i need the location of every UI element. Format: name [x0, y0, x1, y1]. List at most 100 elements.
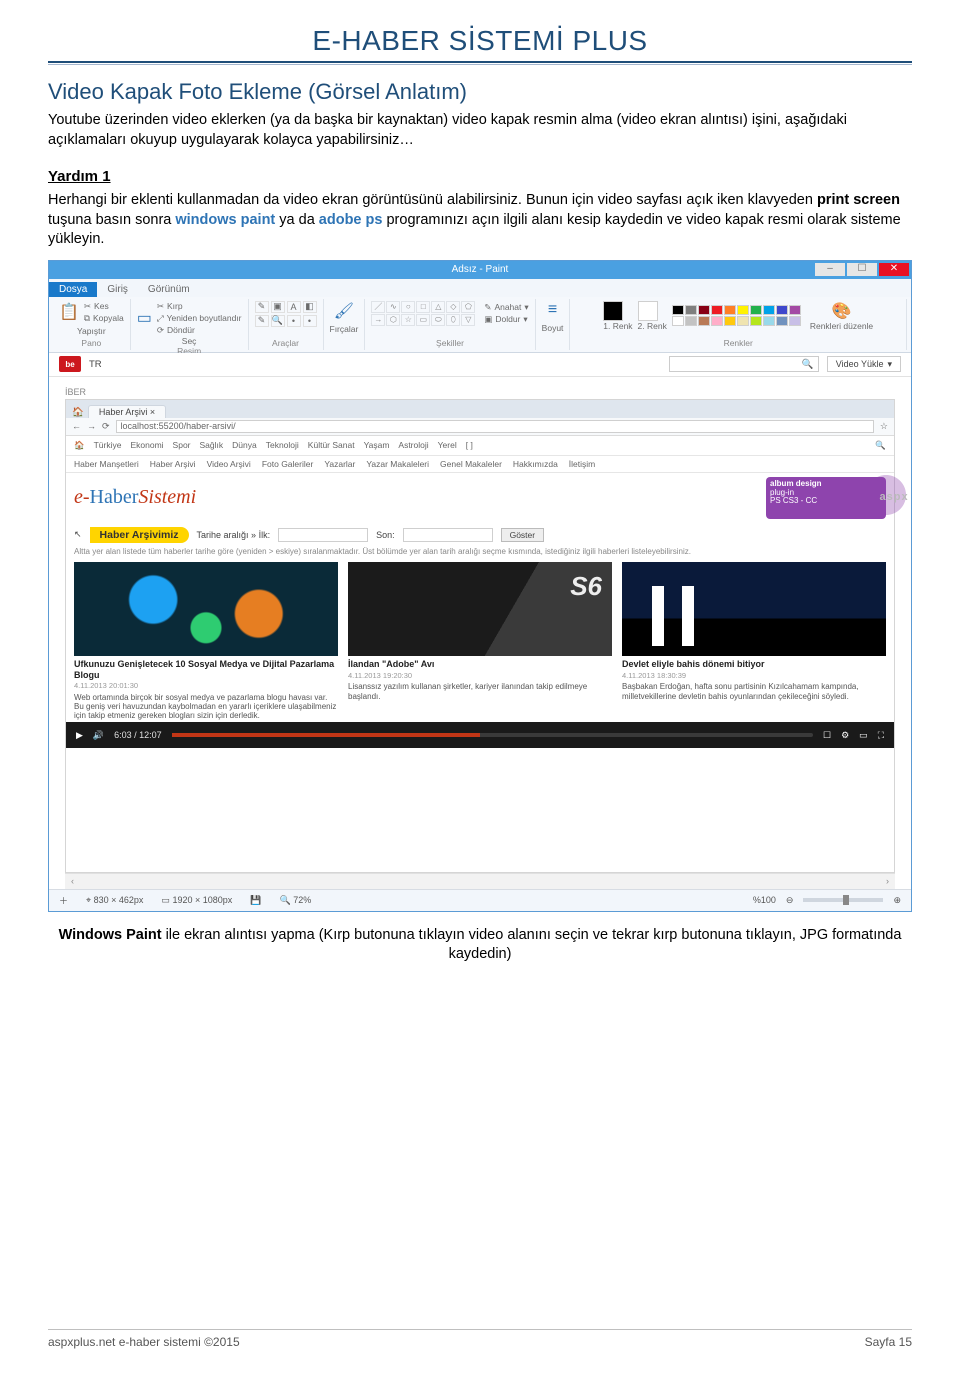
- swatch[interactable]: [672, 305, 684, 315]
- swatch[interactable]: [724, 316, 736, 326]
- topnav-item[interactable]: Astroloji: [398, 440, 428, 450]
- gear-icon[interactable]: ⚙: [841, 730, 849, 741]
- subnav-item[interactable]: Foto Galeriler: [262, 459, 314, 469]
- shape-icon[interactable]: ◇: [446, 301, 460, 313]
- theater-icon[interactable]: ▭: [859, 730, 868, 741]
- subnav-item[interactable]: Haber Manşetleri: [74, 459, 139, 469]
- home-small-icon[interactable]: 🏠: [74, 440, 85, 451]
- shape-icon[interactable]: ▭: [416, 314, 430, 326]
- crop-button[interactable]: ✂Kırp: [157, 301, 242, 312]
- tab-view[interactable]: Görünüm: [138, 282, 200, 297]
- fullscreen-icon[interactable]: ⛶: [878, 730, 884, 741]
- tab-home[interactable]: Giriş: [97, 282, 138, 297]
- save-icon[interactable]: 💾: [250, 895, 261, 905]
- shape-icon[interactable]: ○: [401, 301, 415, 313]
- close-button[interactable]: ✕: [879, 263, 909, 276]
- paste-icon[interactable]: 📋: [59, 302, 79, 322]
- subnav-item[interactable]: Yazar Makaleleri: [366, 459, 429, 469]
- swatch[interactable]: [737, 316, 749, 326]
- subnav-item[interactable]: Hakkımızda: [513, 459, 558, 469]
- edit-colors-icon[interactable]: 🎨: [832, 303, 852, 320]
- minimize-button[interactable]: –: [815, 263, 845, 276]
- shape-icon[interactable]: △: [431, 301, 445, 313]
- shape-icon[interactable]: ▽: [461, 314, 475, 326]
- zoom-out-icon[interactable]: ⊖: [786, 895, 794, 906]
- ad-banner[interactable]: album design plug-in PS CS3 - CC: [766, 477, 886, 519]
- subnav-item[interactable]: Yazarlar: [324, 459, 355, 469]
- pencil-icon[interactable]: ✎: [255, 301, 269, 313]
- swatch[interactable]: [698, 305, 710, 315]
- topnav-item[interactable]: Yaşam: [364, 440, 390, 450]
- tool-icon[interactable]: •: [303, 315, 317, 327]
- picker-icon[interactable]: ✎: [255, 315, 269, 327]
- select-icon[interactable]: ▭: [137, 308, 152, 328]
- text-icon[interactable]: A: [287, 301, 301, 313]
- date-end-input[interactable]: [403, 528, 493, 542]
- swatch[interactable]: [711, 305, 723, 315]
- url-input[interactable]: localhost:55200/haber-arsivi/: [116, 420, 874, 433]
- cut-button[interactable]: ✂Kes: [84, 301, 124, 312]
- new-layer-icon[interactable]: ＋: [59, 894, 68, 907]
- upload-button[interactable]: Video Yükle▾: [827, 356, 901, 372]
- swatch[interactable]: [763, 316, 775, 326]
- shape-icon[interactable]: ∿: [386, 301, 400, 313]
- tool-icon[interactable]: •: [287, 315, 301, 327]
- color1-swatch[interactable]: [603, 301, 623, 321]
- date-start-input[interactable]: [278, 528, 368, 542]
- swatch[interactable]: [776, 316, 788, 326]
- nav-fwd-icon[interactable]: →: [87, 421, 96, 431]
- swatch[interactable]: [685, 305, 697, 315]
- article-card[interactable]: Devlet eliyle bahis dönemi bitiyor4.11.2…: [622, 562, 886, 720]
- reload-icon[interactable]: ⟳: [102, 421, 110, 432]
- eraser-icon[interactable]: ◧: [303, 301, 317, 313]
- subnav-item[interactable]: Genel Makaleler: [440, 459, 502, 469]
- video-progress[interactable]: [172, 733, 813, 737]
- zoom-in-icon[interactable]: ⊕: [893, 895, 901, 906]
- swatch[interactable]: [776, 305, 788, 315]
- topnav-item[interactable]: Sağlık: [200, 440, 224, 450]
- swatch[interactable]: [750, 316, 762, 326]
- topnav-item[interactable]: [ ]: [466, 440, 473, 450]
- site-search-icon[interactable]: 🔍: [875, 440, 886, 451]
- youtube-icon[interactable]: be: [59, 356, 81, 372]
- swatch[interactable]: [711, 316, 723, 326]
- rotate-button[interactable]: ⟳Döndür: [157, 325, 242, 336]
- subnav-item[interactable]: Video Arşivi: [207, 459, 251, 469]
- zoom-icon[interactable]: 🔍: [271, 315, 285, 327]
- swatch[interactable]: [750, 305, 762, 315]
- topnav-item[interactable]: Kültür Sanat: [308, 440, 355, 450]
- subnav-item[interactable]: Haber Arşivi: [150, 459, 196, 469]
- browser-tab[interactable]: Haber Arşivi ×: [88, 405, 166, 418]
- outline-button[interactable]: ✎Anahat ▾: [484, 302, 528, 313]
- swatch[interactable]: [698, 316, 710, 326]
- shape-icon[interactable]: ⬡: [386, 314, 400, 326]
- article-card[interactable]: Ufkunuzu Genişletecek 10 Sosyal Medya ve…: [74, 562, 338, 720]
- brush-icon[interactable]: 🖌: [334, 301, 354, 321]
- play-icon[interactable]: ▶: [76, 730, 83, 741]
- shape-icon[interactable]: ⬭: [431, 314, 445, 326]
- star-icon[interactable]: ☆: [880, 421, 888, 432]
- tab-file[interactable]: Dosya: [49, 282, 97, 297]
- article-card[interactable]: İlandan "Adobe" Avı4.11.2013 19:20:30Lis…: [348, 562, 612, 720]
- color2-swatch[interactable]: [638, 301, 658, 321]
- shape-icon[interactable]: →: [371, 314, 385, 326]
- nav-back-icon[interactable]: ←: [72, 421, 81, 431]
- swatch[interactable]: [672, 316, 684, 326]
- show-button[interactable]: Göster: [501, 528, 545, 542]
- h-scrollbar[interactable]: ‹›: [65, 873, 895, 889]
- topnav-item[interactable]: Teknoloji: [266, 440, 299, 450]
- swatch[interactable]: [789, 305, 801, 315]
- swatch[interactable]: [789, 316, 801, 326]
- swatch[interactable]: [724, 305, 736, 315]
- shape-icon[interactable]: □: [416, 301, 430, 313]
- fill-icon[interactable]: ▣: [271, 301, 285, 313]
- resize-button[interactable]: ⤢Yeniden boyutlandır: [157, 313, 242, 324]
- shape-icon[interactable]: ⬠: [461, 301, 475, 313]
- size-icon[interactable]: ≡: [548, 301, 557, 319]
- copy-button[interactable]: ⧉Kopyala: [84, 313, 124, 324]
- topnav-item[interactable]: Ekonomi: [130, 440, 163, 450]
- home-icon[interactable]: 🏠: [72, 407, 84, 418]
- topnav-item[interactable]: Yerel: [438, 440, 457, 450]
- shape-icon[interactable]: ／: [371, 301, 385, 313]
- maximize-button[interactable]: ☐: [847, 263, 877, 276]
